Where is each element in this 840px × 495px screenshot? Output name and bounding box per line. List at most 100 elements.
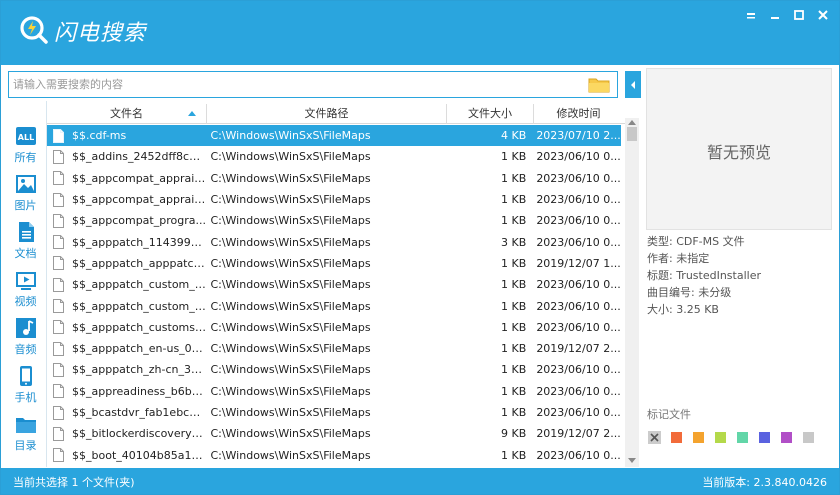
cell-file-name: $$_apppatch_apppatch... xyxy=(47,256,206,271)
clear-tag-button[interactable] xyxy=(648,431,661,444)
maximize-icon xyxy=(794,10,804,20)
title-bar: 闪电搜索 xyxy=(1,1,839,65)
file-name: $$_bcastdvr_fab1ebc0d... xyxy=(72,406,207,419)
table-row[interactable]: $$_boot_40104b85a18... C:\Windows\WinSxS\… xyxy=(47,444,621,465)
file-icon xyxy=(53,426,64,441)
cell-file-path: C:\Windows\WinSxS\FileMaps xyxy=(210,320,371,334)
file-icon xyxy=(53,213,64,228)
table-row[interactable]: $$_appcompat_apprais... C:\Windows\WinSxS… xyxy=(47,189,621,210)
cell-file-path: C:\Windows\WinSxS\FileMaps xyxy=(210,150,371,164)
tag-color-6[interactable] xyxy=(781,432,792,443)
file-name: $$_boot_40104b85a18... xyxy=(72,448,207,462)
search-box xyxy=(8,71,618,98)
scroll-up-icon[interactable] xyxy=(628,120,636,125)
minimize-button[interactable] xyxy=(743,7,759,23)
tag-color-3[interactable] xyxy=(715,432,726,443)
table-row[interactable]: $$_apppatch_custom_c... C:\Windows\WinSxS… xyxy=(47,295,621,316)
sidebar-item-images[interactable]: 图片 xyxy=(4,167,47,215)
meta-author: 作者: 未指定 xyxy=(647,252,710,265)
sidebar-item-label: 音频 xyxy=(14,343,37,356)
table-row[interactable]: $$_bcastdvr_fab1ebc0d... C:\Windows\WinSx… xyxy=(47,402,621,423)
file-name: $$.cdf-ms xyxy=(72,129,127,143)
sidebar-item-label: 目录 xyxy=(14,439,37,452)
file-name: $$_apppatch_custom_2... xyxy=(72,278,207,292)
sidebar-item-folders[interactable]: 目录 xyxy=(4,407,47,455)
maximize-button[interactable] xyxy=(791,7,807,23)
tag-section-title: 标记文件 xyxy=(647,408,691,421)
cell-file-path: C:\Windows\WinSxS\FileMaps xyxy=(210,299,371,313)
cell-file-size: 1 KB xyxy=(501,171,527,185)
collapse-panel-button[interactable] xyxy=(625,71,641,98)
table-body: $$.cdf-ms C:\Windows\WinSxS\FileMaps 4 KB 2… xyxy=(47,125,621,466)
close-icon xyxy=(818,10,828,20)
cell-modified: 2019/12/07 2... xyxy=(536,427,621,441)
tag-color-5[interactable] xyxy=(759,432,770,443)
tag-color-7[interactable] xyxy=(803,432,814,443)
sidebar-item-all[interactable]: ALL 所有 xyxy=(4,119,47,167)
cell-modified: 2023/06/10 0... xyxy=(536,150,621,164)
file-name: $$_appreadiness_b6ba... xyxy=(72,384,207,398)
column-header-modified[interactable]: 修改时间 xyxy=(534,104,623,124)
audio-icon xyxy=(15,318,36,338)
table-row[interactable]: $$_apppatch_customsd... C:\Windows\WinSxS… xyxy=(47,317,621,338)
column-header-size[interactable]: 文件大小 xyxy=(447,104,534,124)
app-window: 闪电搜索 ALL 所有 图片 xyxy=(0,0,840,495)
cell-file-path: C:\Windows\WinSxS\FileMaps xyxy=(210,363,371,377)
tag-color-1[interactable] xyxy=(671,432,682,443)
cell-file-name: $$_apppatch_en-us_098... xyxy=(47,341,206,356)
cell-modified: 2023/06/10 0... xyxy=(536,278,621,292)
scroll-down-icon[interactable] xyxy=(628,458,636,463)
file-name: $$_apppatch_zh-cn_317... xyxy=(72,363,207,377)
table-row[interactable]: $$_apppatch_custom_2... C:\Windows\WinSxS… xyxy=(47,274,621,295)
column-header-name[interactable]: 文件名 xyxy=(47,104,207,124)
table-row[interactable]: $$_addins_2452dff8cb6... C:\Windows\WinSx… xyxy=(47,146,621,167)
table-row[interactable]: $$_apppatch_en-us_098... C:\Windows\WinSx… xyxy=(47,338,621,359)
vertical-scrollbar[interactable] xyxy=(625,118,639,467)
category-sidebar: ALL 所有 图片 文档 视频 音频 手机 目录 xyxy=(4,101,47,467)
table-row[interactable]: $$_apppatch_apppatch... C:\Windows\WinSxS… xyxy=(47,253,621,274)
cell-file-path: C:\Windows\WinSxS\FileMaps xyxy=(210,448,371,462)
svg-text:ALL: ALL xyxy=(17,133,33,142)
cell-file-name: $$.cdf-ms xyxy=(47,128,206,143)
minimize-icon xyxy=(747,13,755,19)
column-header-path[interactable]: 文件路径 xyxy=(207,104,447,124)
cell-modified: 2019/12/07 1... xyxy=(536,256,621,270)
table-row[interactable]: $$_apppatch_1143992c... C:\Windows\WinSxS… xyxy=(47,231,621,252)
cell-file-size: 3 KB xyxy=(501,235,527,249)
cell-file-name: $$_addins_2452dff8cb6... xyxy=(47,149,206,164)
cell-file-name: $$_apppatch_custom_c... xyxy=(47,299,206,314)
sidebar-item-documents[interactable]: 文档 xyxy=(4,215,47,263)
cell-file-path: C:\Windows\WinSxS\FileMaps xyxy=(210,342,371,356)
table-row[interactable]: $$_appreadiness_b6ba... C:\Windows\WinSxS… xyxy=(47,381,621,402)
close-button[interactable] xyxy=(815,7,831,23)
cell-modified: 2023/06/10 0... xyxy=(536,193,621,207)
sidebar-item-videos[interactable]: 视频 xyxy=(4,263,47,311)
cell-file-size: 1 KB xyxy=(501,214,527,228)
folder-icon[interactable] xyxy=(588,76,610,93)
scroll-thumb[interactable] xyxy=(627,127,637,141)
file-name: $$_bitlockerdiscoveryv... xyxy=(72,427,207,441)
cell-file-size: 1 KB xyxy=(501,256,527,270)
search-input[interactable] xyxy=(13,75,583,94)
close-icon xyxy=(650,433,659,442)
cell-modified: 2023/06/10 0... xyxy=(536,406,621,419)
table-row[interactable]: $$_appcompat_apprais... C:\Windows\WinSxS… xyxy=(47,168,621,189)
cell-file-path: C:\Windows\WinSxS\FileMaps xyxy=(210,214,371,228)
cell-file-size: 4 KB xyxy=(501,129,527,143)
sidebar-item-label: 视频 xyxy=(14,295,37,308)
tag-color-4[interactable] xyxy=(737,432,748,443)
cell-modified: 2023/06/10 0... xyxy=(536,171,621,185)
table-row[interactable]: $$_bitlockerdiscoveryv... C:\Windows\WinS… xyxy=(47,423,621,444)
table-row[interactable]: $$_apppatch_zh-cn_317... C:\Windows\WinSx… xyxy=(47,359,621,380)
cell-modified: 2023/06/10 0... xyxy=(536,448,621,462)
restore-button[interactable] xyxy=(767,7,783,23)
table-row[interactable]: $$.cdf-ms C:\Windows\WinSxS\FileMaps 4 KB 2… xyxy=(47,125,621,147)
sidebar-item-audio[interactable]: 音频 xyxy=(4,311,47,359)
sidebar-item-phone[interactable]: 手机 xyxy=(4,359,47,407)
table-row[interactable]: $$_appcompat_progra... C:\Windows\WinSxS\… xyxy=(47,210,621,231)
all-icon: ALL xyxy=(15,127,36,145)
file-icon xyxy=(53,128,64,143)
sort-ascending-icon xyxy=(188,111,196,116)
tag-color-2[interactable] xyxy=(693,432,704,443)
chevron-left-icon xyxy=(631,80,635,89)
